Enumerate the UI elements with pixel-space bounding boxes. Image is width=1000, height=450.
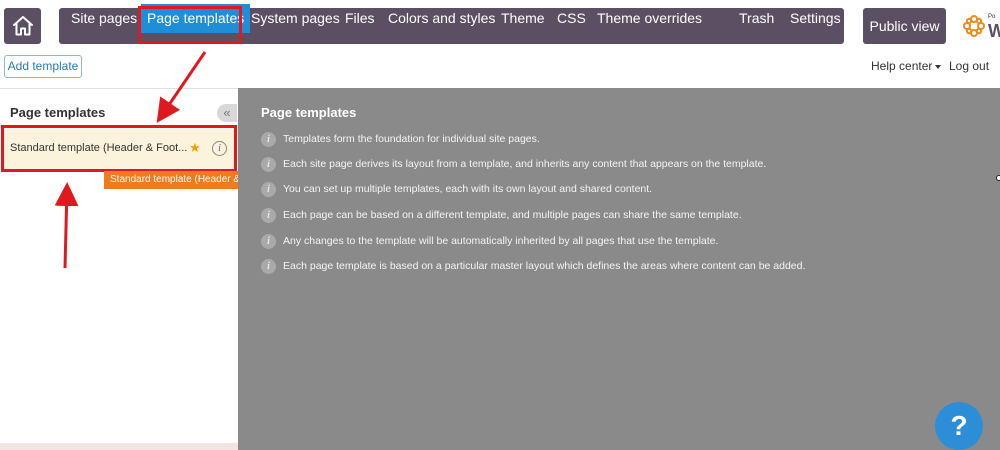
nav-css[interactable]: CSS: [557, 0, 586, 36]
help-center-menu[interactable]: Help center: [871, 59, 942, 73]
flower-logo-icon: [963, 15, 985, 37]
info-icon: i: [261, 208, 276, 223]
info-text: Templates form the foundation for indivi…: [283, 133, 540, 145]
info-icon: i: [261, 259, 276, 274]
nav-page-templates[interactable]: Page templates: [141, 4, 251, 33]
brand-name-small: Po: [988, 14, 996, 20]
public-view-button[interactable]: Public view: [863, 8, 946, 44]
info-text: Each page can be based on a different te…: [283, 209, 742, 221]
help-center-label: Help center: [871, 59, 933, 73]
nav-site-pages[interactable]: Site pages: [71, 0, 137, 36]
nav-files[interactable]: Files: [345, 0, 375, 36]
nav-colors-and-styles[interactable]: Colors and styles: [388, 0, 495, 36]
info-icon: i: [261, 132, 276, 147]
caret-down-icon: [935, 64, 942, 69]
template-info-icon[interactable]: i: [212, 141, 227, 156]
nav-trash[interactable]: Trash: [739, 0, 774, 36]
nav-theme[interactable]: Theme: [501, 0, 545, 36]
add-template-button[interactable]: Add template: [4, 55, 82, 78]
help-button[interactable]: ?: [935, 402, 983, 450]
home-icon: [12, 16, 33, 36]
info-icon: i: [261, 234, 276, 249]
page-title: Page templates: [261, 105, 357, 120]
home-button[interactable]: [4, 8, 41, 44]
star-icon[interactable]: ★: [189, 140, 201, 156]
question-mark-icon: ?: [950, 410, 968, 441]
sidebar-bottom-strip: [0, 443, 238, 450]
double-chevron-left-icon: «: [223, 105, 231, 120]
nav-theme-overrides[interactable]: Theme overrides: [597, 0, 702, 36]
logout-link[interactable]: Log out: [949, 59, 989, 73]
info-icon: i: [261, 157, 276, 172]
info-text: Any changes to the template will be auto…: [283, 235, 719, 247]
nav-system-pages[interactable]: System pages: [251, 0, 340, 36]
template-item-label[interactable]: Standard template (Header & Foot...: [10, 142, 187, 154]
collapse-sidebar-button[interactable]: «: [217, 104, 237, 122]
info-text: Each site page derives its layout from a…: [283, 158, 767, 170]
brand-logo: Po W: [962, 12, 1000, 42]
brand-name: W: [988, 21, 1000, 41]
sidebar-title: Page templates: [10, 105, 106, 120]
info-icon: i: [261, 182, 276, 197]
info-text: You can set up multiple templates, each …: [283, 183, 653, 195]
resize-handle[interactable]: [996, 175, 1000, 181]
info-text: Each page template is based on a particu…: [283, 260, 806, 272]
nav-settings[interactable]: Settings: [790, 0, 841, 36]
